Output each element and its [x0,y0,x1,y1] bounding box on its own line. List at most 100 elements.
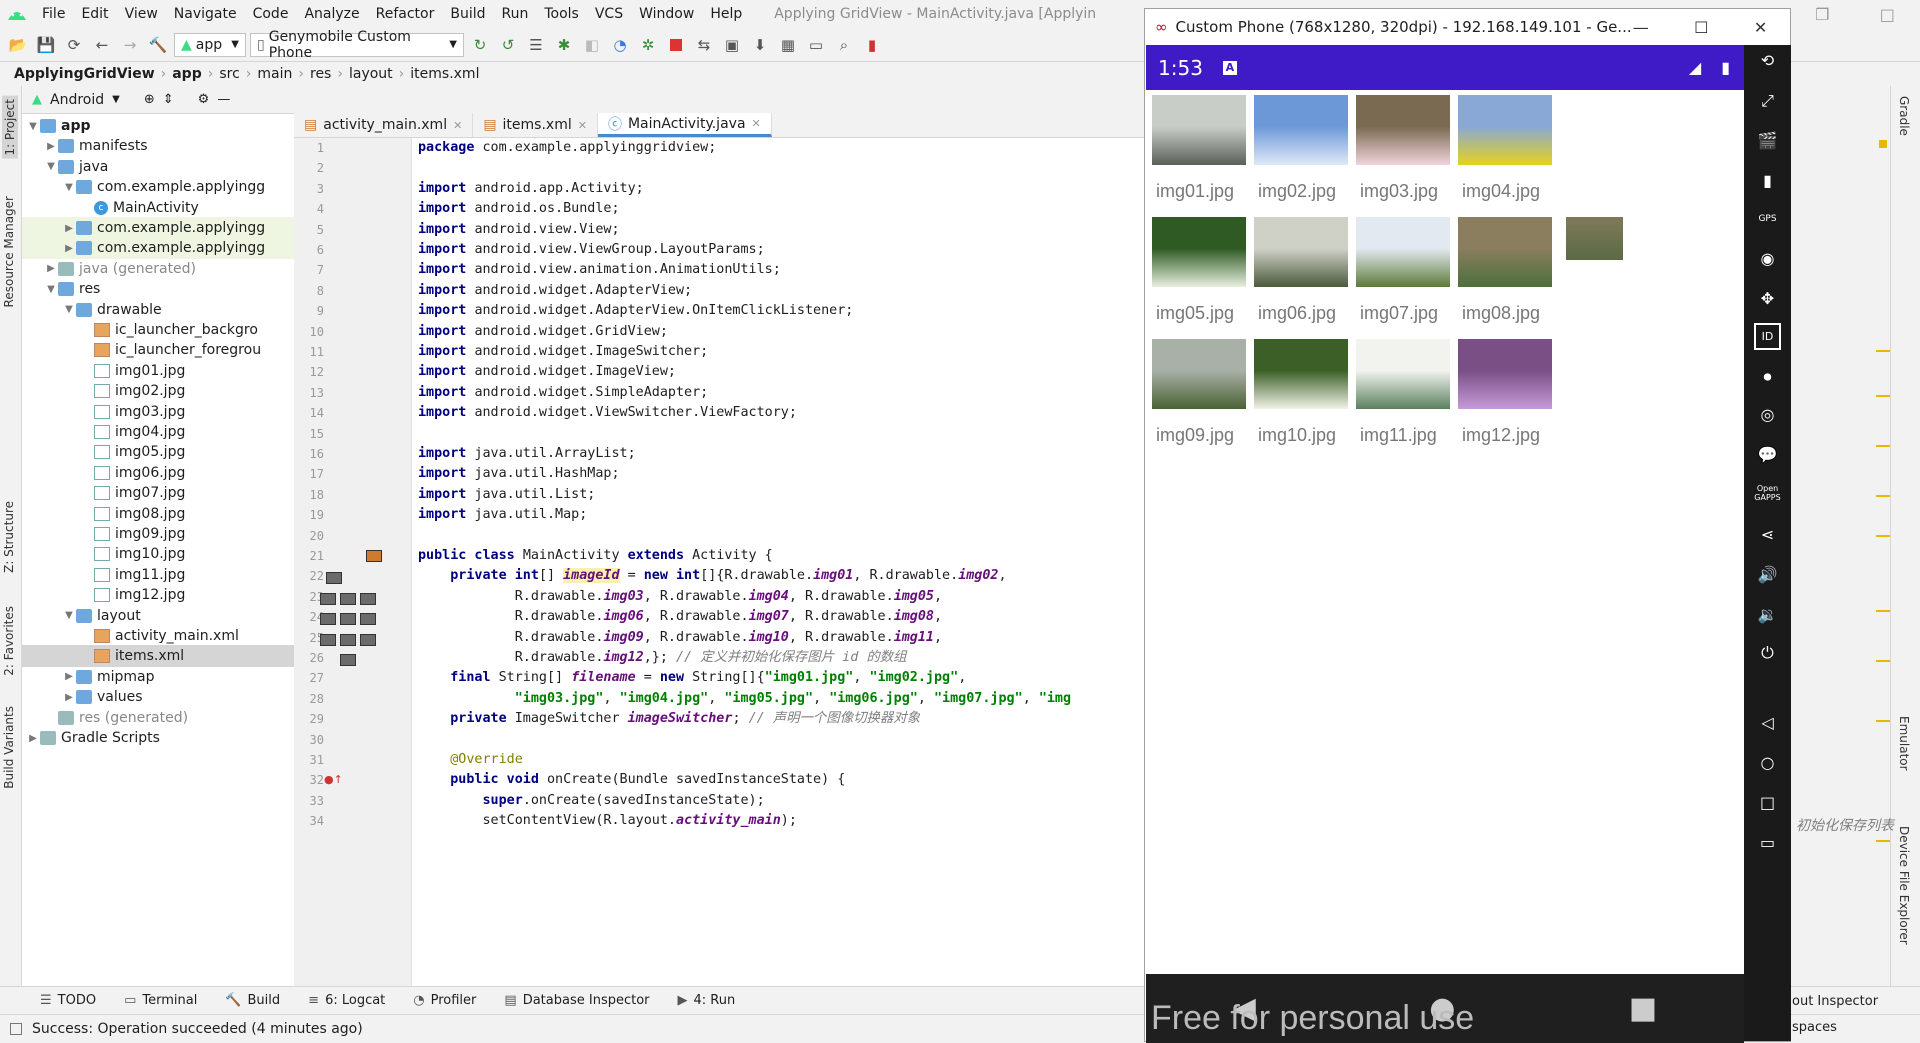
grid-item[interactable]: img12.jpg [1458,339,1583,479]
scroll-marker[interactable] [1876,840,1890,842]
tree-item[interactable]: img04.jpg [22,421,294,443]
tree-item[interactable]: img12.jpg [22,584,294,606]
maximize-icon[interactable]: □ [1880,5,1895,24]
tree-item[interactable]: ▶ manifests [22,135,294,157]
sync-icon[interactable]: ⟳ [62,33,86,57]
open-folder-icon[interactable]: 📂 [6,33,30,57]
tool-tab-database-inspector[interactable]: ▤ Database Inspector [504,993,649,1008]
debug-icon[interactable]: ✱ [552,33,576,57]
run-list-icon[interactable]: ☰ [524,33,548,57]
gradle-sync-icon[interactable]: ⇆ [692,33,716,57]
sms-icon[interactable]: 💬 [1754,441,1781,468]
tool-tab-profiler[interactable]: ◔ Profiler [413,993,476,1008]
tool-tab-logcat[interactable]: ≡ 6: Logcat [308,993,385,1008]
scroll-marker[interactable] [1876,445,1890,447]
apply-code-changes-icon[interactable]: ↺ [496,33,520,57]
back-arrow-icon[interactable]: ← [90,33,114,57]
tree-item[interactable]: img05.jpg [22,441,294,463]
tree-item[interactable]: ▶ com.example.applyingg [22,237,294,260]
tab-device-file-explorer[interactable]: Device File Explorer [1897,826,1911,945]
layout-inspector-icon[interactable]: ▭ [804,33,828,57]
status-checkbox-icon[interactable] [10,1022,22,1035]
attach-debugger-icon[interactable]: ✲ [636,33,660,57]
expand-arrow-icon[interactable]: ▼ [62,610,76,621]
indent-info[interactable]: spaces [1792,1020,1837,1035]
tool-tab-build[interactable]: 🔨 Build [225,993,280,1008]
tree-item[interactable]: img09.jpg [22,523,294,545]
dpad-icon[interactable]: ✥ [1754,285,1781,312]
close-tab-icon[interactable]: ✕ [578,119,587,132]
tool-tab-terminal[interactable]: ▭ Terminal [124,993,197,1008]
image-preview-icon[interactable] [326,572,342,585]
tool-tab-run[interactable]: ▶ 4: Run [678,993,736,1008]
menu-file[interactable]: File [34,0,73,28]
drawable-gutter-icon[interactable] [366,550,382,562]
editor-tab[interactable]: ▤ items.xml ✕ [473,113,598,137]
search-icon[interactable]: ⌕ [832,33,856,57]
power-icon[interactable]: ⏻ [1754,639,1781,666]
nav-recents-icon[interactable]: ■ [1629,991,1657,1026]
collapse-arrow-icon[interactable]: ▶ [62,223,76,234]
fullscreen-icon[interactable]: ⤢ [1754,87,1781,114]
menu-analyze[interactable]: Analyze [296,0,367,28]
tab-structure[interactable]: Z: Structure [2,501,16,573]
tree-item[interactable]: ▼ java [22,156,294,178]
restore-icon[interactable]: ❐ [1815,5,1829,24]
tree-item[interactable]: ▼ res [22,278,294,300]
collapse-arrow-icon[interactable]: ▶ [62,692,76,703]
tree-item[interactable]: ▶ com.example.applyingg [22,217,294,239]
rotate-icon[interactable]: ⟲ [1754,47,1781,74]
menu-navigate[interactable]: Navigate [166,0,245,28]
chevron-down-icon[interactable]: ▼ [112,94,120,105]
tree-item[interactable]: img07.jpg [22,482,294,504]
expand-arrow-icon[interactable]: ▼ [44,161,58,172]
collapse-arrow-icon[interactable]: ▶ [62,671,76,682]
menu-view[interactable]: View [117,0,166,28]
tree-item[interactable]: img01.jpg [22,360,294,382]
tree-item[interactable]: img03.jpg [22,401,294,423]
project-view-select[interactable]: Android [50,92,104,108]
scroll-marker[interactable] [1876,395,1890,397]
scroll-marker[interactable] [1876,720,1890,722]
tree-item[interactable]: img02.jpg [22,380,294,402]
tab-emulator[interactable]: Emulator [1897,716,1911,771]
scroll-marker[interactable] [1876,660,1890,662]
back-icon[interactable]: ◁ [1754,709,1781,736]
image-preview-icon[interactable] [320,613,336,626]
menu-window[interactable]: Window [631,0,702,28]
hide-panel-icon[interactable]: — [217,92,230,107]
menu-edit[interactable]: Edit [73,0,116,28]
override-gutter-icon[interactable]: ●↑ [324,773,343,786]
tree-item[interactable]: ▶ java (generated) [22,258,294,280]
menu-help[interactable]: Help [702,0,750,28]
expand-arrow-icon[interactable]: ▼ [44,284,58,295]
tab-favorites[interactable]: 2: Favorites [2,606,16,676]
editor-tab[interactable]: ⓒ MainActivity.java ✕ [597,113,772,137]
project-structure-icon[interactable]: ▦ [776,33,800,57]
stop-icon[interactable] [664,33,688,57]
gear-icon[interactable]: ⚙ [198,92,210,107]
breadcrumb-item[interactable]: layout [349,66,393,82]
scroll-marker[interactable] [1876,535,1890,537]
tree-item[interactable]: ▶ values [22,686,294,708]
recents-icon[interactable]: □ [1754,789,1781,816]
menu-run[interactable]: Run [494,0,537,28]
menu-refactor[interactable]: Refactor [368,0,443,28]
home-icon[interactable]: ○ [1754,749,1781,776]
image-preview-icon[interactable] [320,633,336,646]
apply-changes-icon[interactable]: ↻ [468,33,492,57]
grid-item[interactable]: img04.jpg [1458,95,1583,235]
close-tab-icon[interactable]: ✕ [752,117,761,130]
broadcast-icon[interactable]: ◎ [1754,401,1781,428]
profile-icon[interactable]: ◔ [608,33,632,57]
grid-item[interactable]: img08.jpg [1458,217,1583,357]
forward-arrow-icon[interactable]: → [118,33,142,57]
tab-gradle[interactable]: Gradle [1897,96,1911,136]
breadcrumb-item[interactable]: app [172,66,202,82]
tab-build-variants[interactable]: Build Variants [2,706,16,789]
volume-up-icon[interactable]: 🔊 [1754,561,1781,588]
save-icon[interactable]: 💾 [34,33,58,57]
tab-resource-manager[interactable]: Resource Manager [2,196,16,307]
tree-item[interactable]: c MainActivity [22,197,294,219]
image-preview-icon[interactable] [320,592,336,605]
